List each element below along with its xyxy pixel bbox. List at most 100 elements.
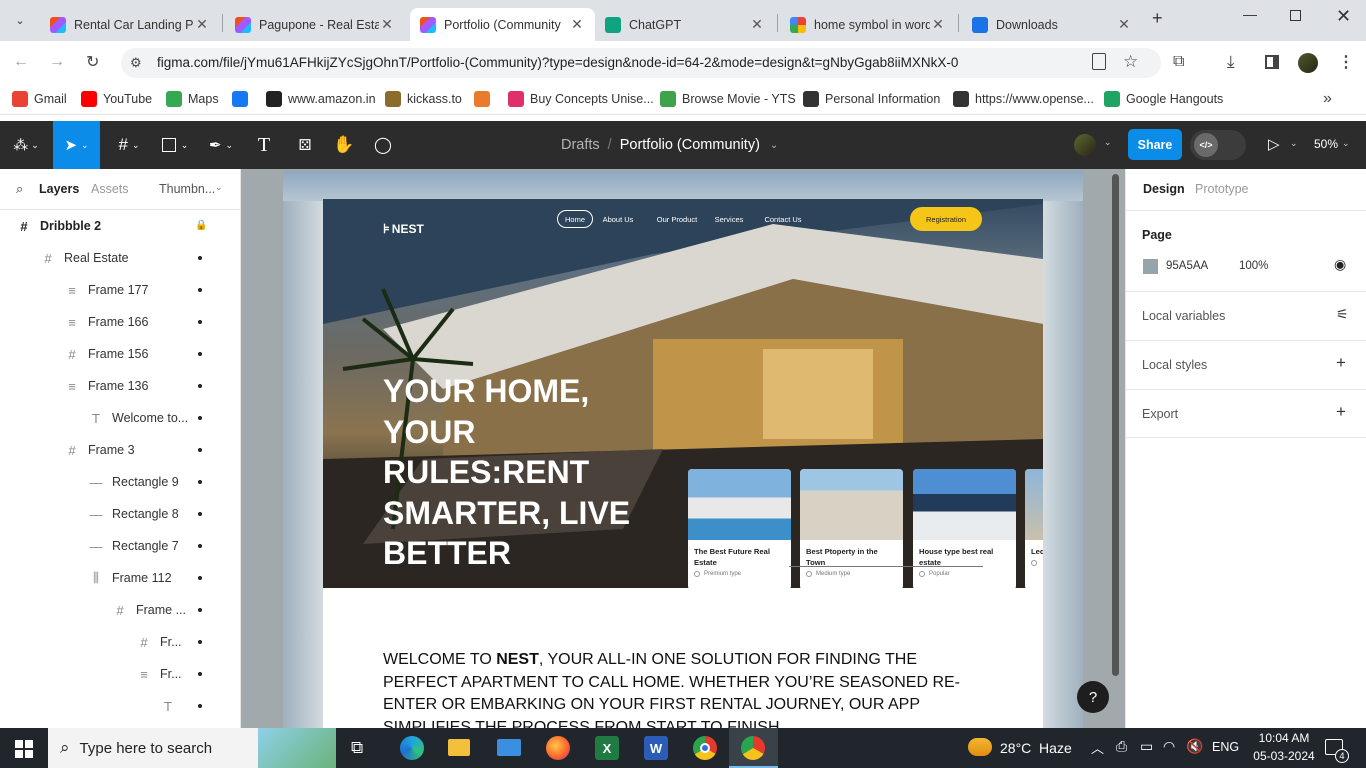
layer-visibility-dot[interactable] <box>198 320 202 324</box>
tab-close-icon[interactable]: ✕ <box>930 16 946 33</box>
nav-link[interactable]: About Us <box>599 210 637 228</box>
layer-visibility-dot[interactable] <box>198 480 202 484</box>
browser-tab[interactable]: Downloads ✕ <box>962 8 1142 41</box>
close-window-icon[interactable]: ✕ <box>1336 6 1351 27</box>
excel-icon[interactable]: X <box>595 736 619 760</box>
share-button[interactable]: Share <box>1128 129 1182 160</box>
reload-icon[interactable]: ↻ <box>86 52 99 72</box>
layer-row[interactable]: ≡ Frame 177 <box>0 274 240 306</box>
restore-icon[interactable] <box>1290 10 1301 21</box>
layer-visibility-dot[interactable] <box>198 288 202 292</box>
layer-row[interactable]: ≡ Fr... <box>0 658 240 690</box>
edge-icon[interactable] <box>400 736 424 760</box>
visibility-eye-icon[interactable]: ◉ <box>1334 256 1346 273</box>
property-card[interactable]: The Best Future Real Estate Premium type <box>688 469 791 588</box>
user-avatar[interactable] <box>1074 134 1096 156</box>
local-styles-label[interactable]: Local styles <box>1142 358 1207 372</box>
layer-row[interactable]: ≡ Frame 166 <box>0 306 240 338</box>
back-icon[interactable]: ← <box>13 53 29 71</box>
add-style-icon[interactable]: + <box>1336 353 1346 373</box>
nest-logo[interactable]: ⊧ NEST <box>383 221 424 237</box>
bookmark-item[interactable]: Browse Movie - YTS <box>660 91 796 107</box>
page-chevron-icon[interactable]: ⌄ <box>215 182 223 193</box>
property-card[interactable]: House type best real estate Popular <box>913 469 1016 588</box>
address-bar[interactable]: ⚙ figma.com/file/jYmu61AFHkijZYcSjgOhnT/… <box>121 48 1161 78</box>
menu-kebab-icon[interactable]: ⋮ <box>1338 52 1354 72</box>
layer-visibility-dot[interactable] <box>198 384 202 388</box>
text-tool-icon[interactable]: T <box>250 121 278 169</box>
new-tab-icon[interactable]: + <box>1152 8 1163 29</box>
chrome-icon[interactable] <box>693 736 717 760</box>
lock-icon[interactable]: 🔒 <box>195 220 207 231</box>
layer-visibility-dot[interactable] <box>198 672 202 676</box>
main-menu-icon[interactable]: ⁂ ⌄ <box>8 121 44 169</box>
layer-row[interactable]: T Welcome to... <box>0 402 240 434</box>
windows-start-icon[interactable] <box>15 740 33 758</box>
url-text[interactable]: figma.com/file/jYmu61AFHkijZYcSjgOhnT/Po… <box>157 55 958 70</box>
browser-tab[interactable]: home symbol in word ✕ <box>780 8 956 41</box>
layer-visibility-dot[interactable] <box>198 512 202 516</box>
file-menu-chevron-icon[interactable]: ⌄ <box>770 140 778 151</box>
layer-row[interactable]: # Frame 3 <box>0 434 240 466</box>
layer-row[interactable]: # Frame ... <box>0 594 240 626</box>
tab-close-icon[interactable]: ✕ <box>749 16 765 33</box>
tab-close-icon[interactable]: ✕ <box>379 16 395 33</box>
extensions-icon[interactable]: ⧉ <box>1173 53 1184 71</box>
page-opacity[interactable]: 100% <box>1239 260 1268 272</box>
more-bookmarks-icon[interactable]: » <box>1323 90 1332 108</box>
layer-visibility-dot[interactable] <box>198 608 202 612</box>
bookmark-item[interactable]: Buy Concepts Unise... <box>508 91 654 107</box>
page-color-value[interactable]: 95A5AA <box>1166 260 1208 272</box>
nav-link[interactable]: Our Product <box>649 210 705 228</box>
clipboard-icon[interactable] <box>1092 53 1106 70</box>
volume-muted-icon[interactable]: 🔇 <box>1186 738 1203 755</box>
clock-date[interactable]: 05-03-2024 <box>1248 749 1320 763</box>
file-name[interactable]: Portfolio (Community) <box>620 137 760 153</box>
zoom-level[interactable]: 50% <box>1314 137 1338 151</box>
design-canvas[interactable]: ⊧ NEST Home About Us Our Product Services Con… <box>241 169 1125 728</box>
tab-prototype[interactable]: Prototype <box>1195 182 1249 196</box>
layer-visibility-dot[interactable] <box>198 448 202 452</box>
meet-now-icon[interactable]: ⎙ <box>1116 738 1127 755</box>
download-icon[interactable]: ⤓ <box>1227 52 1235 72</box>
dev-mode-toggle[interactable]: </> <box>1190 130 1246 160</box>
browser-tab[interactable]: Pagupone - Real Esta ✕ <box>225 8 405 41</box>
word-icon[interactable]: W <box>644 736 668 760</box>
layer-visibility-dot[interactable] <box>198 352 202 356</box>
weather-text[interactable]: 28°C Haze <box>1000 740 1072 756</box>
layer-row[interactable]: ≡ Frame 136 <box>0 370 240 402</box>
bookmark-item[interactable]: https://www.opense... <box>953 91 1094 107</box>
tab-assets[interactable]: Assets <box>91 182 129 196</box>
canvas-scrollbar[interactable] <box>1112 174 1119 676</box>
chrome-active-task[interactable] <box>729 728 778 768</box>
file-explorer-icon[interactable] <box>448 739 470 756</box>
layer-row[interactable]: ⫼ Frame 112 <box>0 562 240 594</box>
minimize-icon[interactable]: — <box>1243 6 1257 22</box>
weather-icon[interactable] <box>968 738 992 756</box>
tab-thumbnail[interactable]: Thumbn... <box>159 182 215 196</box>
battery-icon[interactable]: ▭ <box>1140 738 1153 755</box>
tab-close-icon[interactable]: ✕ <box>194 16 210 33</box>
variables-adjust-icon[interactable]: ⚟ <box>1336 306 1349 323</box>
export-label[interactable]: Export <box>1142 407 1178 421</box>
breadcrumb-drafts[interactable]: Drafts <box>561 137 600 153</box>
forward-icon[interactable]: → <box>49 53 65 71</box>
shape-tool-icon[interactable]: ⌄ <box>155 121 195 169</box>
layer-row[interactable]: — Rectangle 8 <box>0 498 240 530</box>
present-play-icon[interactable]: ▷ <box>1268 135 1280 153</box>
layer-row[interactable]: # Frame 156 <box>0 338 240 370</box>
bookmark-item[interactable]: Gmail <box>12 91 67 107</box>
nav-link[interactable]: Home <box>557 210 593 228</box>
hand-tool-icon[interactable]: ✋ <box>330 121 358 169</box>
pen-tool-icon[interactable]: ✒ ⌄ <box>201 121 241 169</box>
frame-tool-icon[interactable]: # ⌄ <box>109 121 149 169</box>
bookmark-item[interactable] <box>232 91 248 107</box>
nav-link[interactable]: Contact Us <box>759 210 807 228</box>
bookmark-item[interactable]: Personal Information <box>803 91 940 107</box>
tab-close-icon[interactable]: ✕ <box>569 16 585 33</box>
bookmark-item[interactable]: kickass.to <box>385 91 462 107</box>
zoom-chevron-icon[interactable]: ⌄ <box>1342 138 1350 149</box>
layer-row[interactable]: T <box>0 690 240 722</box>
layer-row[interactable]: # Fr... <box>0 626 240 658</box>
taskbar-search-box[interactable]: ⌕ Type here to search <box>48 728 336 768</box>
